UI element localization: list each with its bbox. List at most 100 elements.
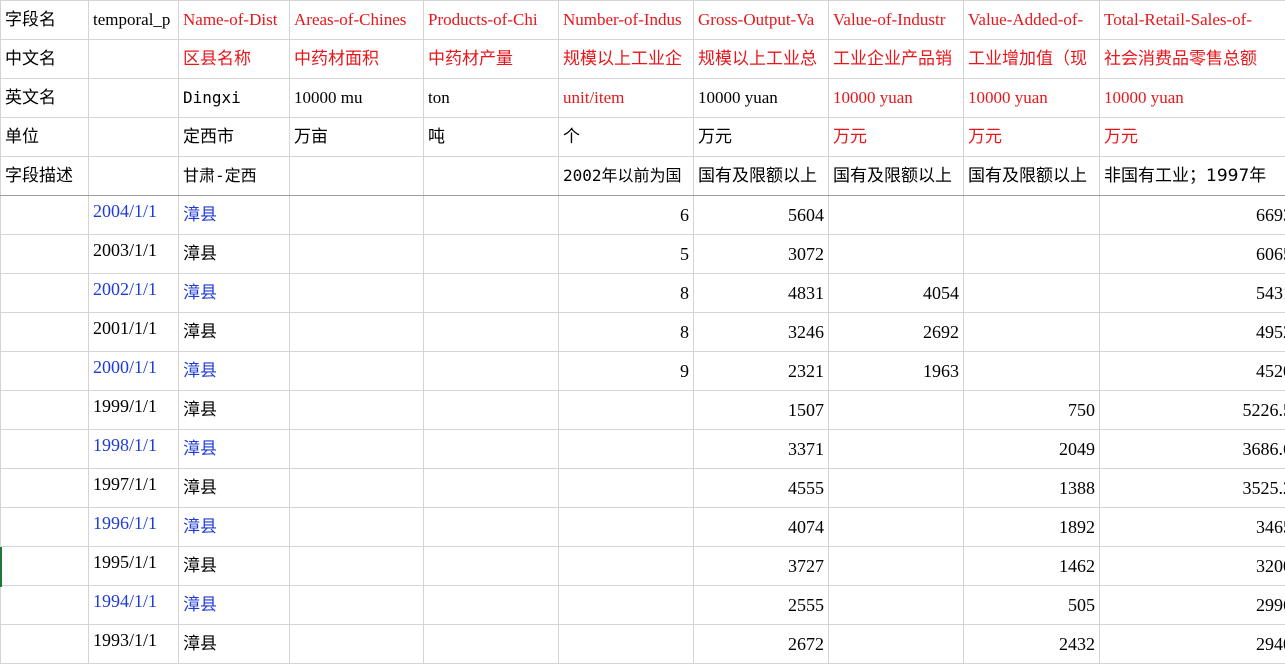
cell-name[interactable]: 漳县 xyxy=(178,585,290,625)
cell-cn-value-ind[interactable]: 工业企业产品销 xyxy=(828,39,964,79)
cell-desc-gross[interactable]: 国有及限额以上 xyxy=(693,156,829,196)
cell-date[interactable]: 2002/1/1 xyxy=(88,273,179,313)
cell-gross[interactable]: 3246 xyxy=(693,312,829,352)
cell-number[interactable] xyxy=(558,507,694,547)
cell-number[interactable]: 6 xyxy=(558,195,694,235)
cell-value-added[interactable] xyxy=(963,351,1100,391)
cell-gross[interactable]: 5604 xyxy=(693,195,829,235)
cell-gross[interactable]: 4831 xyxy=(693,273,829,313)
cell-name[interactable]: 漳县 xyxy=(178,546,290,586)
cell-date[interactable]: 1993/1/1 xyxy=(88,624,179,664)
cell-field-value-ind[interactable]: Value-of-Industr xyxy=(828,0,964,40)
cell-products[interactable] xyxy=(423,468,559,508)
cell-value-ind[interactable]: 1963 xyxy=(828,351,964,391)
cell-desc-products[interactable] xyxy=(423,156,559,196)
cell-area[interactable] xyxy=(289,351,424,391)
cell-products[interactable] xyxy=(423,624,559,664)
cell-area[interactable] xyxy=(289,195,424,235)
cell-retail[interactable]: 6693 xyxy=(1099,195,1285,235)
cell-field-number[interactable]: Number-of-Indus xyxy=(558,0,694,40)
cell-row-header[interactable] xyxy=(0,429,89,469)
cell-area[interactable] xyxy=(289,390,424,430)
cell-unit-gross[interactable]: 万元 xyxy=(693,117,829,157)
cell-retail[interactable]: 2940 xyxy=(1099,624,1285,664)
cell-field-gross[interactable]: Gross-Output-Va xyxy=(693,0,829,40)
cell-products[interactable] xyxy=(423,273,559,313)
cell-cn-retail[interactable]: 社会消费品零售总额 xyxy=(1099,39,1285,79)
row-label-chinese-name[interactable]: 中文名 xyxy=(0,39,89,79)
cell-date[interactable]: 1995/1/1 xyxy=(88,546,179,586)
cell-field-temporal[interactable]: temporal_p xyxy=(88,0,179,40)
cell-area[interactable] xyxy=(289,429,424,469)
cell-gross[interactable]: 3371 xyxy=(693,429,829,469)
cell-retail[interactable]: 5226.5 xyxy=(1099,390,1285,430)
cell-value-ind[interactable]: 2692 xyxy=(828,312,964,352)
cell-name[interactable]: 漳县 xyxy=(178,234,290,274)
cell-value-ind[interactable] xyxy=(828,546,964,586)
cell-value-ind[interactable] xyxy=(828,624,964,664)
cell-retail[interactable]: 6065 xyxy=(1099,234,1285,274)
cell-gross[interactable]: 2672 xyxy=(693,624,829,664)
cell-field-district[interactable]: Name-of-Dist xyxy=(178,0,290,40)
cell-value-added[interactable] xyxy=(963,234,1100,274)
cell-field-products[interactable]: Products-of-Chi xyxy=(423,0,559,40)
cell-name[interactable]: 漳县 xyxy=(178,195,290,235)
cell-number[interactable]: 9 xyxy=(558,351,694,391)
cell-retail[interactable]: 3686.6 xyxy=(1099,429,1285,469)
row-label-field-name[interactable]: 字段名 xyxy=(0,0,89,40)
cell-gross[interactable]: 4074 xyxy=(693,507,829,547)
cell-en-temporal[interactable] xyxy=(88,78,179,118)
row-label-unit[interactable]: 单位 xyxy=(0,117,89,157)
cell-value-added[interactable]: 1388 xyxy=(963,468,1100,508)
cell-field-area[interactable]: Areas-of-Chines xyxy=(289,0,424,40)
cell-desc-temporal[interactable] xyxy=(88,156,179,196)
cell-name[interactable]: 漳县 xyxy=(178,390,290,430)
cell-row-header[interactable] xyxy=(0,546,89,586)
cell-en-retail[interactable]: 10000 yuan xyxy=(1099,78,1285,118)
cell-gross[interactable]: 4555 xyxy=(693,468,829,508)
cell-date[interactable]: 1997/1/1 xyxy=(88,468,179,508)
cell-date[interactable]: 2003/1/1 xyxy=(88,234,179,274)
cell-name[interactable]: 漳县 xyxy=(178,429,290,469)
cell-gross[interactable]: 1507 xyxy=(693,390,829,430)
cell-value-added[interactable]: 1462 xyxy=(963,546,1100,586)
cell-cn-number[interactable]: 规模以上工业企 xyxy=(558,39,694,79)
cell-date[interactable]: 1994/1/1 xyxy=(88,585,179,625)
cell-en-products[interactable]: ton xyxy=(423,78,559,118)
cell-unit-products[interactable]: 吨 xyxy=(423,117,559,157)
cell-unit-value-ind[interactable]: 万元 xyxy=(828,117,964,157)
cell-retail[interactable]: 5431 xyxy=(1099,273,1285,313)
cell-en-gross[interactable]: 10000 yuan xyxy=(693,78,829,118)
cell-unit-retail[interactable]: 万元 xyxy=(1099,117,1285,157)
cell-value-added[interactable]: 1892 xyxy=(963,507,1100,547)
cell-number[interactable] xyxy=(558,390,694,430)
cell-row-header[interactable] xyxy=(0,468,89,508)
cell-number[interactable] xyxy=(558,624,694,664)
cell-en-area[interactable]: 10000 mu xyxy=(289,78,424,118)
cell-unit-value-added[interactable]: 万元 xyxy=(963,117,1100,157)
cell-en-district[interactable]: Dingxi xyxy=(178,78,290,118)
cell-en-value-ind[interactable]: 10000 yuan xyxy=(828,78,964,118)
cell-number[interactable] xyxy=(558,585,694,625)
cell-unit-district[interactable]: 定西市 xyxy=(178,117,290,157)
cell-gross[interactable]: 3072 xyxy=(693,234,829,274)
cell-products[interactable] xyxy=(423,234,559,274)
cell-number[interactable]: 5 xyxy=(558,234,694,274)
cell-value-ind[interactable] xyxy=(828,195,964,235)
cell-number[interactable] xyxy=(558,429,694,469)
cell-value-ind[interactable]: 4054 xyxy=(828,273,964,313)
cell-products[interactable] xyxy=(423,585,559,625)
cell-retail[interactable]: 3525.2 xyxy=(1099,468,1285,508)
cell-area[interactable] xyxy=(289,234,424,274)
row-label-description[interactable]: 字段描述 xyxy=(0,156,89,196)
cell-date[interactable]: 2004/1/1 xyxy=(88,195,179,235)
cell-row-header[interactable] xyxy=(0,195,89,235)
cell-retail[interactable]: 3465 xyxy=(1099,507,1285,547)
cell-area[interactable] xyxy=(289,585,424,625)
cell-area[interactable] xyxy=(289,312,424,352)
cell-desc-number[interactable]: 2002年以前为国 xyxy=(558,156,694,196)
cell-name[interactable]: 漳县 xyxy=(178,624,290,664)
cell-date[interactable]: 1999/1/1 xyxy=(88,390,179,430)
cell-date[interactable]: 2000/1/1 xyxy=(88,351,179,391)
cell-desc-district[interactable]: 甘肃-定西 xyxy=(178,156,290,196)
